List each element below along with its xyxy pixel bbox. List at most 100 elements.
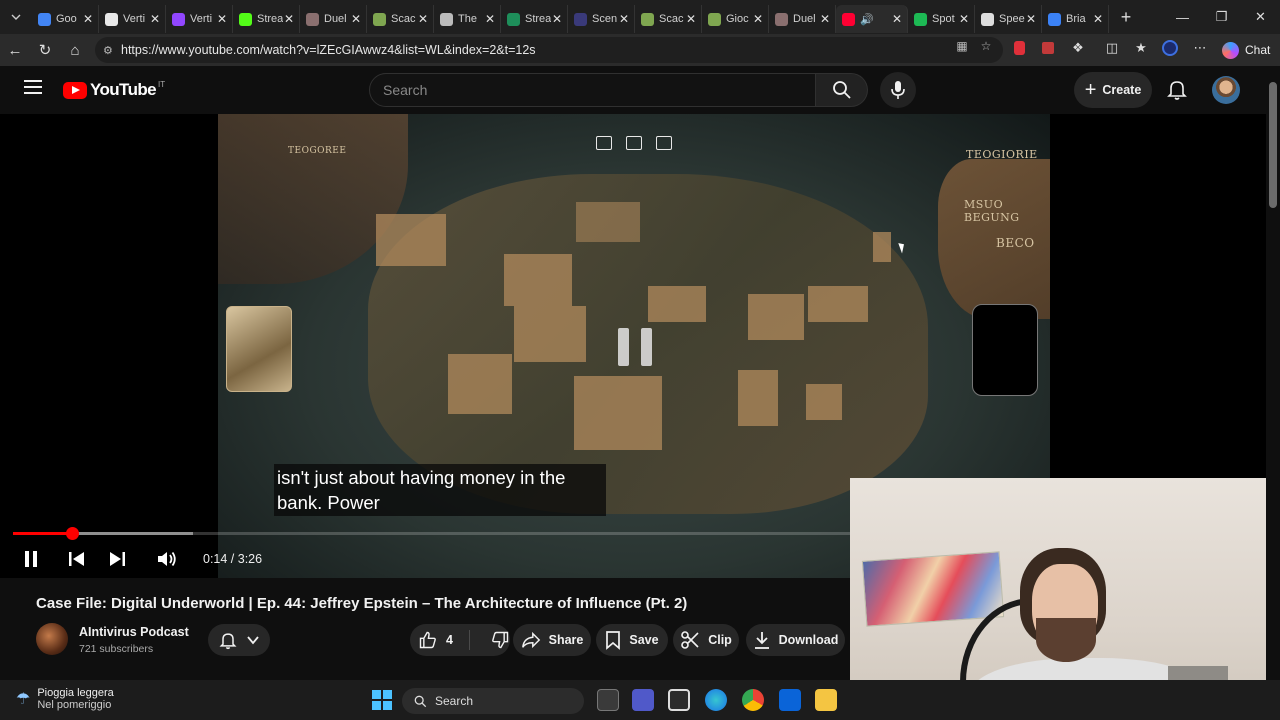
tab-close-icon[interactable]: ✕ xyxy=(149,12,161,26)
browser-tab[interactable]: Scac ✕ xyxy=(367,5,434,33)
browser-tab[interactable]: Verti ✕ xyxy=(99,5,166,33)
menu-icon[interactable] xyxy=(24,80,42,98)
maximize-button[interactable]: ❐ xyxy=(1202,0,1241,34)
visual-search-icon[interactable] xyxy=(626,136,642,150)
tab-close-icon[interactable]: ✕ xyxy=(484,12,496,26)
next-button[interactable] xyxy=(106,548,128,570)
taskbar-search[interactable]: Search xyxy=(402,688,584,714)
chrome-icon[interactable] xyxy=(742,689,764,711)
search-input[interactable]: Search xyxy=(369,73,816,107)
browser-tab[interactable]: 🔊 ✕ xyxy=(836,5,908,33)
tab-favicon-icon xyxy=(105,12,118,26)
home-button[interactable]: ⌂ xyxy=(60,35,90,65)
tab-close-icon[interactable]: ✕ xyxy=(618,12,630,26)
notifications-button[interactable] xyxy=(1165,77,1189,101)
browser-tab[interactable]: Bria ✕ xyxy=(1042,5,1109,33)
tab-title: Duel xyxy=(793,13,816,25)
edge-icon[interactable] xyxy=(705,689,727,711)
favorite-star-icon[interactable]: ☆ xyxy=(979,39,993,53)
tab-close-icon[interactable]: ✕ xyxy=(82,12,94,26)
minimize-button[interactable]: — xyxy=(1163,0,1202,34)
new-tab-button[interactable]: + xyxy=(1109,7,1143,28)
more-menu-icon[interactable]: ⋯ xyxy=(1192,40,1208,56)
browser-tab[interactable]: Strea ✕ xyxy=(233,5,300,33)
browser-tab[interactable]: Scen ✕ xyxy=(568,5,635,33)
scrollbar-thumb[interactable] xyxy=(1269,82,1277,208)
start-button[interactable] xyxy=(372,690,392,710)
task-view-icon[interactable] xyxy=(597,689,619,711)
browser-tab[interactable]: Duel ✕ xyxy=(769,5,836,33)
tab-close-icon[interactable]: ✕ xyxy=(752,12,764,26)
browser-tab[interactable]: Gioc ✕ xyxy=(702,5,769,33)
video-overlay-card-right[interactable] xyxy=(972,304,1038,396)
browser-tab[interactable]: Goo ✕ xyxy=(32,5,99,33)
browser-tab[interactable]: Strea ✕ xyxy=(501,5,568,33)
teams-icon[interactable] xyxy=(632,689,654,711)
volume-button[interactable] xyxy=(155,548,179,570)
browser-tab[interactable]: The ✕ xyxy=(434,5,501,33)
dislike-button[interactable] xyxy=(490,630,510,650)
reload-button[interactable]: ↻ xyxy=(30,35,60,65)
tab-close-icon[interactable]: ✕ xyxy=(1025,12,1037,26)
notes-icon[interactable] xyxy=(656,136,672,150)
pause-button[interactable] xyxy=(20,548,42,570)
browser-tab[interactable]: Verti ✕ xyxy=(166,5,233,33)
browser-tab[interactable]: Spee ✕ xyxy=(975,5,1042,33)
store-icon[interactable] xyxy=(668,689,690,711)
tab-close-icon[interactable]: ✕ xyxy=(417,12,429,26)
tab-close-icon[interactable]: ✕ xyxy=(958,12,970,26)
account-avatar[interactable] xyxy=(1212,76,1240,104)
create-button[interactable]: + Create xyxy=(1074,72,1152,108)
voice-search-button[interactable] xyxy=(880,72,916,108)
channel-avatar[interactable] xyxy=(36,623,68,655)
video-overlay-card-left[interactable] xyxy=(226,306,292,392)
tab-title: Scac xyxy=(659,13,684,25)
channel-name[interactable]: AIntivirus Podcast xyxy=(79,625,189,639)
file-explorer-icon[interactable] xyxy=(815,689,837,711)
popout-icon[interactable] xyxy=(596,136,612,150)
favorites-icon[interactable]: ★ xyxy=(1133,40,1149,56)
extension-red-icon[interactable] xyxy=(1011,40,1027,56)
download-button[interactable]: Download xyxy=(746,624,845,656)
share-button[interactable]: Share xyxy=(513,624,591,656)
tab-list-button[interactable] xyxy=(0,0,32,34)
youtube-logo-text: YouTube xyxy=(90,80,157,99)
tab-close-icon[interactable]: ✕ xyxy=(891,12,903,26)
address-bar-actions: ▦ ☆ xyxy=(955,39,993,53)
tab-close-icon[interactable]: ✕ xyxy=(551,12,563,26)
browser-tab[interactable]: Duel ✕ xyxy=(300,5,367,33)
progress-bar[interactable] xyxy=(13,527,850,540)
app-available-icon[interactable]: ▦ xyxy=(955,39,969,53)
save-button[interactable]: Save xyxy=(596,624,668,656)
subscription-bell-button[interactable] xyxy=(208,624,270,656)
address-bar[interactable]: ⚙ https://www.youtube.com/watch?v=lZEcGI… xyxy=(95,37,1003,63)
search-button[interactable] xyxy=(816,73,868,107)
tab-close-icon[interactable]: ✕ xyxy=(685,12,697,26)
like-button[interactable]: 4 xyxy=(418,630,470,650)
weather-widget[interactable]: ☂ Pioggia leggera Nel pomeriggio xyxy=(16,687,114,711)
tab-close-icon[interactable]: ✕ xyxy=(819,12,831,26)
copilot-chat-button[interactable]: Chat xyxy=(1222,39,1270,61)
clip-button[interactable]: Clip xyxy=(673,624,739,656)
tab-close-icon[interactable]: ✕ xyxy=(216,12,228,26)
previous-button[interactable] xyxy=(66,548,88,570)
center-pause-icon[interactable] xyxy=(618,328,652,366)
back-button[interactable]: ← xyxy=(0,35,30,65)
close-window-button[interactable]: ✕ xyxy=(1241,0,1280,34)
tab-close-icon[interactable]: ✕ xyxy=(1092,12,1104,26)
tab-audio-icon[interactable]: 🔊 xyxy=(860,13,874,26)
tab-close-icon[interactable]: ✕ xyxy=(283,12,295,26)
tab-close-icon[interactable]: ✕ xyxy=(350,12,362,26)
profile-icon[interactable] xyxy=(1162,40,1178,56)
extension-bag-icon[interactable] xyxy=(1040,40,1056,56)
split-screen-icon[interactable]: ◫ xyxy=(1104,40,1120,56)
browser-tab[interactable]: Scac ✕ xyxy=(635,5,702,33)
map-label-ne-mid: MSUO BEGUNG xyxy=(964,198,1020,224)
extensions-puzzle-icon[interactable]: ❖ xyxy=(1070,40,1086,56)
browser-tab[interactable]: Spot ✕ xyxy=(908,5,975,33)
youtube-logo[interactable]: YouTube IT xyxy=(63,80,165,100)
outlook-icon[interactable] xyxy=(779,689,801,711)
progress-scrubber[interactable] xyxy=(66,527,79,540)
weather-time: Nel pomeriggio xyxy=(37,699,112,711)
page-scrollbar[interactable] xyxy=(1266,66,1280,680)
